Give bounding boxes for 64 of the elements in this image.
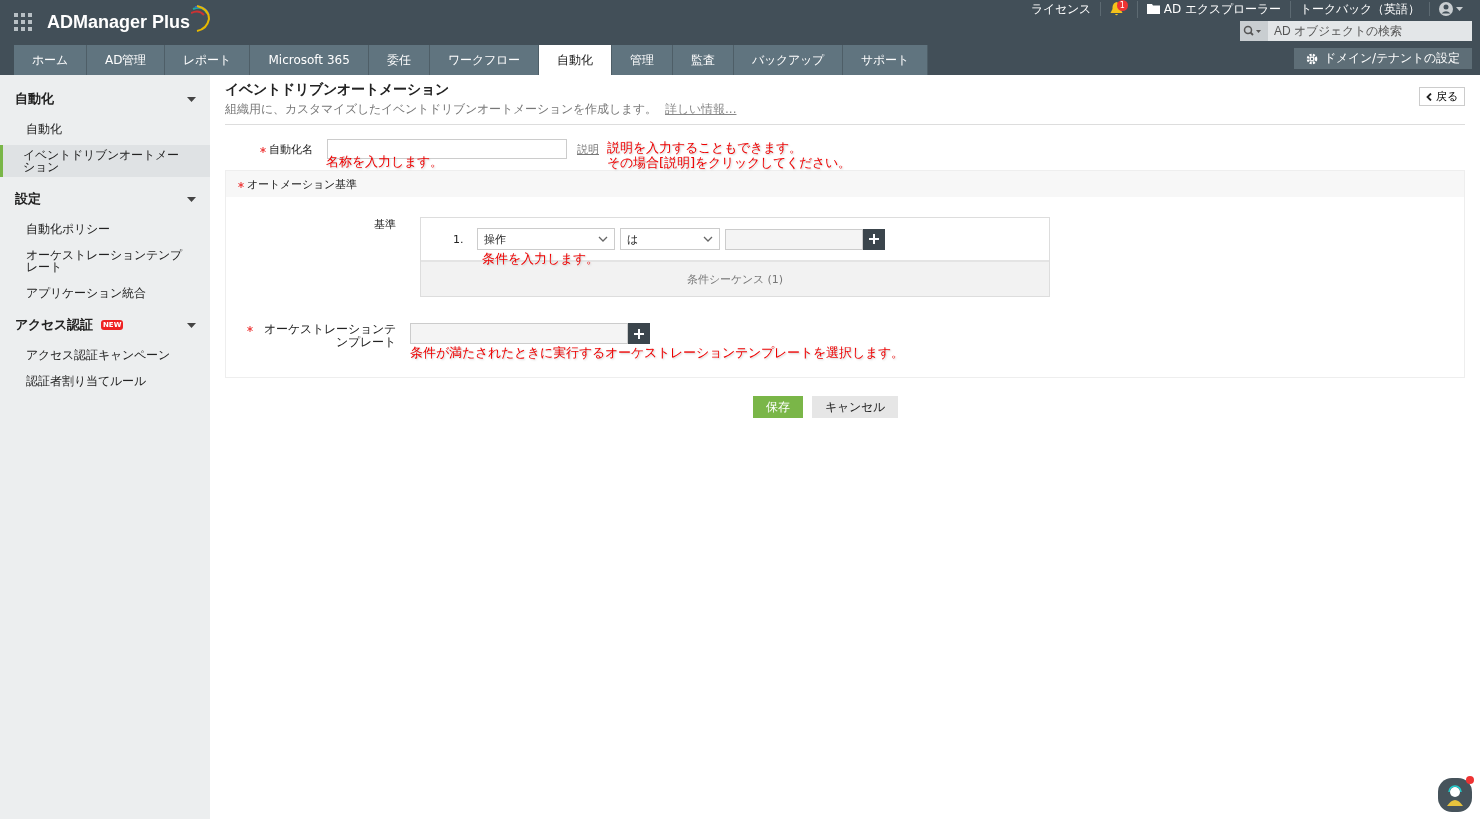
sidebar-item[interactable]: オーケストレーションテンプレート xyxy=(0,245,210,277)
add-button[interactable] xyxy=(862,228,885,250)
header-link[interactable]: ライセンス xyxy=(1030,0,1091,18)
cancel-button[interactable]: キャンセル xyxy=(811,396,898,418)
field-label: オーケストレーションテンプレート xyxy=(263,323,396,349)
sidebar-item[interactable]: イベントドリブンオートメーション xyxy=(0,145,210,177)
section-title: オートメーション基準 xyxy=(247,176,357,192)
sidebar-item[interactable]: 認証者割り当てルール xyxy=(0,371,210,391)
row-number: 1. xyxy=(453,232,464,246)
chevron-left-icon xyxy=(1426,92,1432,101)
sidebar-item[interactable]: 自動化ポリシー xyxy=(0,219,210,239)
input-field[interactable] xyxy=(410,323,628,344)
annotation-text: 条件を入力します。 xyxy=(482,251,599,266)
annotation-text: 説明を入力することもできます。 xyxy=(607,140,802,155)
apps-grid-icon[interactable] xyxy=(14,13,33,32)
caret-icon[interactable] xyxy=(187,322,196,328)
caret-icon[interactable] xyxy=(187,196,196,202)
annotation-text: その場合[説明]をクリックしてください。 xyxy=(607,155,852,170)
header-link[interactable]: AD エクスプローラー xyxy=(1163,0,1281,18)
folder-icon xyxy=(1146,4,1160,14)
nav-tab[interactable]: 監査 xyxy=(672,45,734,75)
domain-settings-button[interactable]: ドメイン/テナントの設定 xyxy=(1293,48,1472,69)
plus-icon xyxy=(868,234,879,244)
settings-icon xyxy=(1305,52,1318,65)
notification-badge: 1 xyxy=(1116,0,1128,11)
nav-tab[interactable]: Microsoft 365 xyxy=(250,45,369,75)
nav-tab[interactable]: ワークフロー xyxy=(429,45,539,75)
sidebar-item[interactable]: 自動化 xyxy=(0,119,210,139)
logo-text: ADManager Plus xyxy=(47,12,191,33)
add-button[interactable] xyxy=(628,323,650,344)
dropdown[interactable]: 操作 xyxy=(476,228,615,250)
support-agent-icon[interactable] xyxy=(1438,776,1474,812)
user-menu-icon[interactable] xyxy=(1439,2,1463,16)
nav-tab[interactable]: 委任 xyxy=(368,45,430,75)
sidebar-item[interactable]: アクセス認証キャンペーン xyxy=(0,345,210,365)
field-label: 基準 xyxy=(373,217,396,233)
page-description: 組織用に、カスタマイズしたイベントドリブンオートメーションを作成します。 詳しい情報... xyxy=(225,101,737,118)
annotation-text: 名称を入力します。 xyxy=(326,154,443,169)
page-title: イベントドリブンオートメーション xyxy=(225,81,450,99)
sidebar-section-title[interactable]: アクセス認証 xyxy=(15,316,93,334)
nav-tab[interactable]: ホーム xyxy=(14,45,87,75)
chevron-down-icon xyxy=(702,236,713,242)
field-label: 自動化名 xyxy=(269,141,313,157)
nav-tab[interactable]: サポート xyxy=(842,45,928,75)
sidebar-item[interactable]: アプリケーション統合 xyxy=(0,283,210,303)
header-link[interactable]: トークバック（英語） xyxy=(1300,0,1420,18)
nav-tab[interactable]: AD管理 xyxy=(87,45,166,75)
logo-arc-icon xyxy=(191,4,212,33)
description-link[interactable]: 説明 xyxy=(577,141,599,157)
sidebar-section-title[interactable]: 自動化 xyxy=(15,90,54,108)
nav-tab[interactable]: バックアップ xyxy=(733,45,843,75)
caret-icon[interactable] xyxy=(187,96,196,102)
plus-icon xyxy=(634,328,644,339)
dropdown[interactable]: は xyxy=(619,228,720,250)
nav-tab[interactable]: 管理 xyxy=(611,45,673,75)
nav-tab[interactable]: レポート xyxy=(165,45,251,75)
more-info-link[interactable]: 詳しい情報... xyxy=(665,102,737,116)
nav-tab[interactable]: 自動化 xyxy=(538,45,612,75)
input-field[interactable] xyxy=(724,228,863,250)
back-button[interactable]: 戻る xyxy=(1419,87,1465,106)
annotation-text: 条件が満たされたときに実行するオーケストレーションテンプレートを選択します。 xyxy=(410,345,904,360)
sidebar-section-title[interactable]: 設定 xyxy=(15,190,41,208)
search-field[interactable]: AD オブジェクトの検索 xyxy=(1240,21,1472,41)
chevron-down-icon xyxy=(597,236,608,242)
